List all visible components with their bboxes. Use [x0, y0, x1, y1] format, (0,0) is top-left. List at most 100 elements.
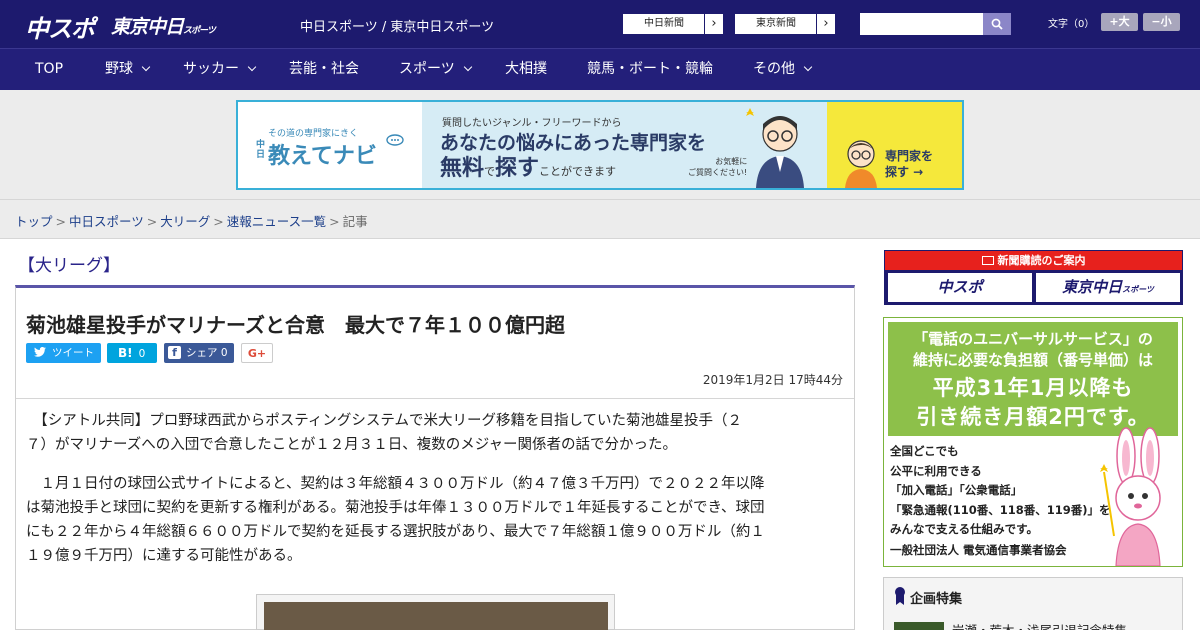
universal-service-ad[interactable]: 「電話のユニバーサルサービス」の 維持に必要な負担額（番号単価）は 平成31年1…	[883, 317, 1183, 567]
main-nav: TOP 野球 サッカー 芸能・社会 スポーツ 大相撲 競馬・ボート・競輪 その他	[0, 48, 1200, 90]
chevron-right-icon: ›	[816, 14, 835, 34]
ad-body-line: 全国どこでも	[890, 444, 959, 458]
oshiete-navi-ad-banner[interactable]: その道の専門家にきく 中日 教えてナビ 質問したいジャンル・フリーワードから あ…	[236, 100, 964, 190]
rabbit-mascot-icon	[1100, 427, 1161, 566]
subscribe-tokyo-suffix: スポーツ	[1122, 285, 1154, 294]
nav-item-sports[interactable]: スポーツ	[399, 49, 472, 90]
subscribe-chuspo-link[interactable]: 中スポ	[888, 273, 1032, 302]
subscription-heading: 新聞購読のご案内	[885, 251, 1182, 270]
ad-big-line-1: 平成31年1月以降も	[932, 376, 1134, 400]
nav-label: 野球	[105, 61, 133, 77]
ad-message-panel: 質問したいジャンル・フリーワードから あなたの悩みにあった専門家を 無料で探すこ…	[422, 102, 827, 188]
nav-label: サッカー	[183, 61, 239, 77]
chevron-down-icon	[247, 62, 257, 72]
article-paragraph: １月１日付の球団公式サイトによると、契約は３年総額４３００万ドル（約４７億３千万…	[26, 472, 844, 568]
hatena-count: 0	[138, 348, 146, 360]
feature-thumbnail[interactable]	[894, 622, 944, 630]
chevron-down-icon	[803, 62, 813, 72]
breadcrumb-separator: >	[213, 214, 224, 229]
ad-line-2: 維持に必要な負担額（番号単価）は	[912, 351, 1153, 369]
ad-de-text: で	[484, 165, 496, 178]
font-size-label: 文字（0）	[1048, 19, 1095, 30]
subscribe-tokyo-text: 東京中日	[1062, 278, 1123, 296]
nav-item-soccer[interactable]: サッカー	[183, 49, 257, 90]
ad-logo-panel: その道の専門家にきく 中日 教えてナビ	[238, 102, 422, 188]
nav-label: その他	[753, 61, 795, 77]
ad-free-text: 無料	[440, 156, 485, 181]
chevron-down-icon	[141, 62, 151, 72]
paragraph-line: 【シアトル共同】プロ野球西武からポスティングシステムで米大リーグ移籍を目指してい…	[26, 413, 743, 429]
breadcrumb-separator: >	[55, 214, 66, 229]
font-size-up-button[interactable]: +大	[1101, 13, 1138, 31]
tokyo-logo-suffix: スポーツ	[183, 26, 216, 36]
ad-search-text: 探す	[495, 156, 540, 181]
twitter-bird-icon	[34, 343, 46, 363]
ad-cta-line-1: 専門家を	[885, 149, 934, 163]
font-size-down-button[interactable]: −小	[1143, 13, 1180, 31]
tweet-button[interactable]: ツイート	[26, 343, 101, 363]
paragraph-line: １月１日付の球団公式サイトによると、契約は３年総額４３００万ドル（約４７億３千万…	[26, 476, 765, 492]
chevron-down-icon	[463, 62, 472, 72]
nav-item-top[interactable]: TOP	[35, 49, 63, 90]
ad-brand-logo: 教えてナビ	[268, 144, 377, 169]
tokyo-logo-text: 東京中日	[111, 16, 184, 38]
ad-headline-panel: 「電話のユニバーサルサービス」の 維持に必要な負担額（番号単価）は 平成31年1…	[888, 322, 1178, 436]
search-input[interactable]	[860, 13, 983, 35]
nav-label: TOP	[35, 61, 64, 77]
search-button[interactable]	[983, 13, 1011, 35]
paragraph-line: ７）がマリナーズへの入団で合意したことが１２月３１日、複数のメジャー関係者の話で…	[26, 437, 678, 453]
feature-item-link[interactable]: 岩瀬・荒木・浅尾引退記念特集	[952, 620, 1127, 630]
chunichi-shimbun-label: 中日新聞	[644, 18, 684, 29]
breadcrumb-link-mlb[interactable]: 大リーグ	[160, 214, 210, 229]
breadcrumb-separator: >	[329, 214, 340, 229]
tokyo-shimbun-link[interactable]: 東京新聞 ›	[734, 13, 836, 35]
site-header: 中スポ 東京中日スポーツ 中日スポーツ / 東京中日スポーツ 中日新聞 › 東京…	[0, 0, 1200, 48]
breadcrumb-link-news-list[interactable]: 速報ニュース一覧	[227, 214, 326, 229]
ad-body-line: 公平に利用できる	[890, 463, 982, 478]
banner-area: その道の専門家にきく 中日 教えてナビ 質問したいジャンル・フリーワードから あ…	[0, 90, 1200, 200]
feature-section: 企画特集 岩瀬・荒木・浅尾引退記念特集	[883, 577, 1183, 630]
facebook-icon: f	[168, 346, 181, 359]
ad-cta-text: 専門家を探す →	[885, 148, 933, 180]
article-photo[interactable]	[256, 594, 615, 630]
subscribe-tokyo-chunichi-link[interactable]: 東京中日スポーツ	[1036, 273, 1180, 302]
chevron-right-icon: ›	[704, 14, 723, 34]
chunichi-shimbun-link[interactable]: 中日新聞 ›	[622, 13, 724, 35]
nav-item-sumo[interactable]: 大相撲	[505, 49, 547, 90]
breadcrumb-separator: >	[146, 214, 158, 229]
ad-cta-panel[interactable]: 専門家を探す →	[827, 102, 962, 188]
paragraph-line: は菊池投手と球団に契約を更新する権利がある。菊池投手は年俸１３００万ドルで１年延…	[26, 500, 765, 516]
category-heading: 【大リーグ】	[18, 256, 120, 276]
nav-item-entertainment[interactable]: 芸能・社会	[289, 49, 359, 90]
google-plus-button[interactable]: G+	[241, 343, 273, 363]
breadcrumb-link-chunichi-sports[interactable]: 中日スポーツ	[69, 214, 144, 229]
ad-headline-2: 無料で探すことができます	[440, 150, 616, 182]
nav-item-racing[interactable]: 競馬・ボート・競輪	[587, 49, 713, 90]
ad-organization: 一般社団法人 電気通信事業者協会	[890, 543, 1067, 557]
facebook-share-label: シェア	[186, 347, 218, 359]
tokyo-shimbun-label: 東京新聞	[756, 18, 796, 29]
tokyo-chunichi-logo[interactable]: 東京中日スポーツ	[111, 12, 216, 39]
nav-label: 競馬・ボート・競輪	[587, 61, 713, 77]
breadcrumb: トップ > 中日スポーツ > 大リーグ > 速報ニュース一覧 > 記事	[15, 211, 368, 230]
tweet-label: ツイート	[52, 347, 94, 359]
nav-label: 芸能・社会	[289, 61, 359, 77]
ad-question: 質問したいジャンル・フリーワードから	[442, 118, 622, 129]
facebook-share-button[interactable]: f シェア 0	[164, 343, 234, 363]
facebook-count: 0	[220, 347, 228, 359]
paragraph-line: にも２２年から４年総額６６００万ドルで契約を延長する選択肢があり、最大で７年総額…	[26, 524, 765, 540]
speech-bubble-icon	[386, 134, 404, 146]
chuspo-logo[interactable]: 中スポ	[25, 9, 95, 44]
hatena-bookmark-button[interactable]: B! 0	[107, 343, 157, 363]
breadcrumb-link-top[interactable]: トップ	[15, 214, 53, 229]
ad-cta-line-2: 探す →	[885, 165, 924, 179]
paragraph-line: １９億９千万円）に達する可能性がある。	[26, 548, 302, 564]
feature-heading: 企画特集	[910, 592, 963, 607]
newspaper-icon	[981, 256, 994, 265]
subscription-heading-text: 新聞購読のご案内	[997, 254, 1086, 267]
nav-item-other[interactable]: その他	[753, 49, 813, 90]
expert-illustration	[746, 108, 804, 188]
nav-item-baseball[interactable]: 野球	[105, 49, 151, 90]
nav-label: スポーツ	[399, 61, 455, 77]
ad-brand-prefix: 中日	[256, 140, 266, 160]
